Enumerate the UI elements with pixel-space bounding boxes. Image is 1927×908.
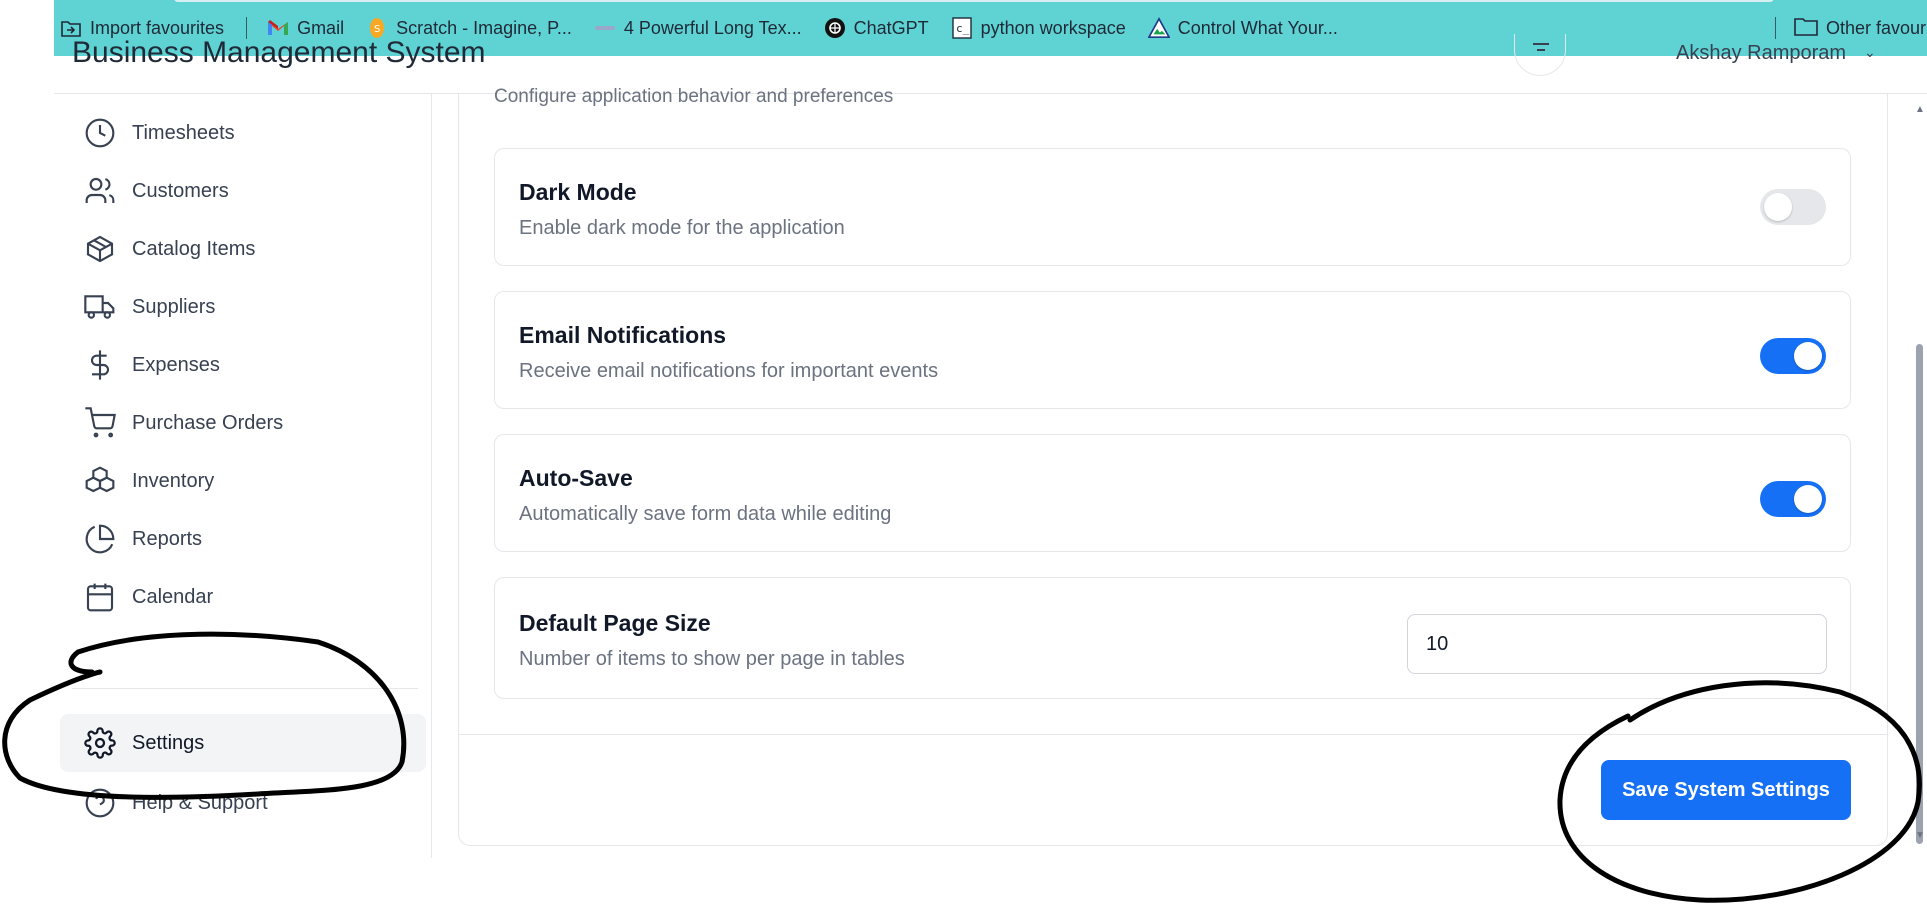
sidebar-item-label: Suppliers <box>132 295 216 318</box>
bookmark-label: Control What Your... <box>1177 17 1338 38</box>
chatgpt-icon <box>824 17 846 39</box>
sidebar-item-label: Catalog Items <box>132 237 256 260</box>
setting-description: Receive email notifications for importan… <box>519 360 939 382</box>
page-title: Business Management System <box>72 36 486 69</box>
bookmark-long-text[interactable]: 4 Powerful Long Tex... <box>594 17 802 39</box>
scroll-down-arrow[interactable]: ▼ <box>1915 830 1925 841</box>
setting-row-dark-mode: Dark Mode Enable dark mode for the appli… <box>494 148 1851 266</box>
setting-row-auto-save: Auto-Save Automatically save form data w… <box>494 434 1851 552</box>
calendar-icon <box>82 579 118 615</box>
email-notifications-toggle[interactable] <box>1760 338 1826 374</box>
sidebar-item-label: Settings <box>132 731 205 754</box>
package-icon <box>82 231 118 267</box>
sidebar-item-label: Calendar <box>132 585 214 608</box>
sidebar-item-expenses[interactable]: Expenses <box>60 336 426 394</box>
sidebar-item-label: Timesheets <box>132 121 235 144</box>
sidebar-divider <box>72 688 418 689</box>
chevron-down-icon[interactable]: ⌄ <box>1864 44 1876 61</box>
sidebar-item-label: Purchase Orders <box>132 411 284 434</box>
setting-description: Number of items to show per page in tabl… <box>519 648 905 670</box>
setting-description: Automatically save form data while editi… <box>519 503 892 525</box>
sidebar: Timesheets Customers Catalog Items Suppl… <box>54 94 432 858</box>
bookmark-control[interactable]: Control What Your... <box>1147 17 1338 39</box>
pie-chart-icon <box>82 521 118 557</box>
sidebar-item-purchase-orders[interactable]: Purchase Orders <box>60 394 426 452</box>
boxes-icon <box>82 463 118 499</box>
gear-icon <box>82 725 118 761</box>
sidebar-item-label: Expenses <box>132 353 220 376</box>
folder-icon <box>1794 16 1818 41</box>
sidebar-item-calendar[interactable]: Calendar <box>60 568 426 626</box>
panel-subtitle: Configure application behavior and prefe… <box>494 86 894 107</box>
bookmark-other-favourites[interactable]: Other favourit <box>1775 16 1927 41</box>
svg-text:S: S <box>374 24 380 35</box>
bookmark-python-workspace[interactable]: c_ python workspace <box>951 17 1126 39</box>
app-header: Business Management System Akshay Rampor… <box>54 34 1927 94</box>
truck-icon <box>82 289 118 325</box>
user-menu[interactable]: Akshay Ramporam <box>1676 42 1846 65</box>
users-icon <box>82 173 118 209</box>
setting-title: Email Notifications <box>519 322 727 348</box>
dollar-icon <box>82 347 118 383</box>
bookmark-label: ChatGPT <box>853 17 929 38</box>
sidebar-item-settings[interactable]: Settings <box>60 714 426 772</box>
panel-footer-divider <box>459 734 1887 735</box>
page-size-input[interactable] <box>1407 614 1827 674</box>
sidebar-item-inventory[interactable]: Inventory <box>60 452 426 510</box>
sidebar-item-help-support[interactable]: Help & Support <box>60 774 426 832</box>
dark-mode-toggle[interactable] <box>1760 189 1826 225</box>
sidebar-item-label: Customers <box>132 179 229 202</box>
setting-row-email-notifications: Email Notifications Receive email notifi… <box>494 291 1851 409</box>
sidebar-item-label: Help & Support <box>132 791 268 814</box>
bookmark-separator <box>1775 17 1776 39</box>
sidebar-item-label: Reports <box>132 527 203 550</box>
save-system-settings-button[interactable]: Save System Settings <box>1601 760 1851 820</box>
toggle-knob <box>1794 342 1822 370</box>
sidebar-item-customers[interactable]: Customers <box>60 162 426 220</box>
sidebar-item-suppliers[interactable]: Suppliers <box>60 278 426 336</box>
address-bar-edge <box>174 0 1774 2</box>
toggle-knob <box>1764 193 1792 221</box>
clock-icon <box>82 115 118 151</box>
sidebar-item-timesheets[interactable]: Timesheets <box>60 104 426 162</box>
sidebar-item-catalog-items[interactable]: Catalog Items <box>60 220 426 278</box>
setting-title: Dark Mode <box>519 179 637 205</box>
scroll-thumb[interactable] <box>1916 344 1923 844</box>
page-scrollbar[interactable]: ▲ ▼ <box>1912 94 1927 858</box>
toggle-knob <box>1794 485 1822 513</box>
python-workspace-icon: c_ <box>951 17 973 39</box>
scroll-up-arrow[interactable]: ▲ <box>1915 104 1925 115</box>
mountain-icon <box>1147 17 1170 39</box>
setting-title: Default Page Size <box>519 610 711 636</box>
bookmark-label: Other favourit <box>1826 17 1927 38</box>
site-icon <box>594 17 616 39</box>
bookmark-label: 4 Powerful Long Tex... <box>623 17 802 38</box>
system-settings-panel: Configure application behavior and prefe… <box>458 86 1888 846</box>
bell-icon <box>1533 43 1549 51</box>
sidebar-item-label: Inventory <box>132 469 215 492</box>
setting-title: Auto-Save <box>519 465 633 491</box>
setting-row-default-page-size: Default Page Size Number of items to sho… <box>494 577 1851 699</box>
cart-icon <box>82 405 118 441</box>
svg-text:c_: c_ <box>956 22 970 35</box>
bookmark-chatgpt[interactable]: ChatGPT <box>824 17 929 39</box>
sidebar-item-reports[interactable]: Reports <box>60 510 426 568</box>
notifications-button[interactable] <box>1514 34 1566 76</box>
auto-save-toggle[interactable] <box>1760 481 1826 517</box>
setting-description: Enable dark mode for the application <box>519 217 845 239</box>
bookmark-label: python workspace <box>980 17 1126 38</box>
help-icon <box>82 785 118 821</box>
